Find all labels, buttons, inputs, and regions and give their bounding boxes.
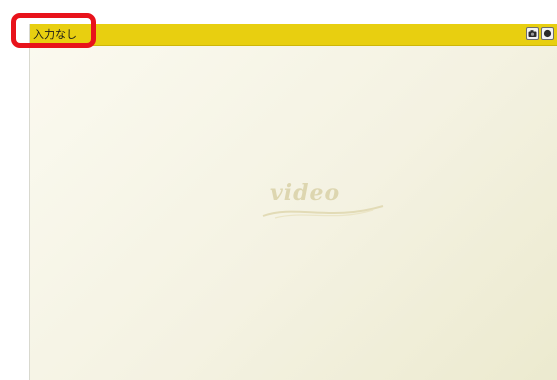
record-icon: [543, 29, 552, 38]
video-placeholder-logo: video: [255, 174, 385, 234]
video-title-bar: 入力なし: [30, 24, 557, 46]
snapshot-button[interactable]: [526, 27, 539, 40]
record-button[interactable]: [541, 27, 554, 40]
swoosh-decoration: [262, 205, 384, 219]
highlight-box: [11, 13, 96, 48]
screenshot-root: 入力なし video: [0, 0, 557, 380]
video-panel: 入力なし video: [29, 24, 557, 380]
camera-icon: [528, 30, 537, 37]
